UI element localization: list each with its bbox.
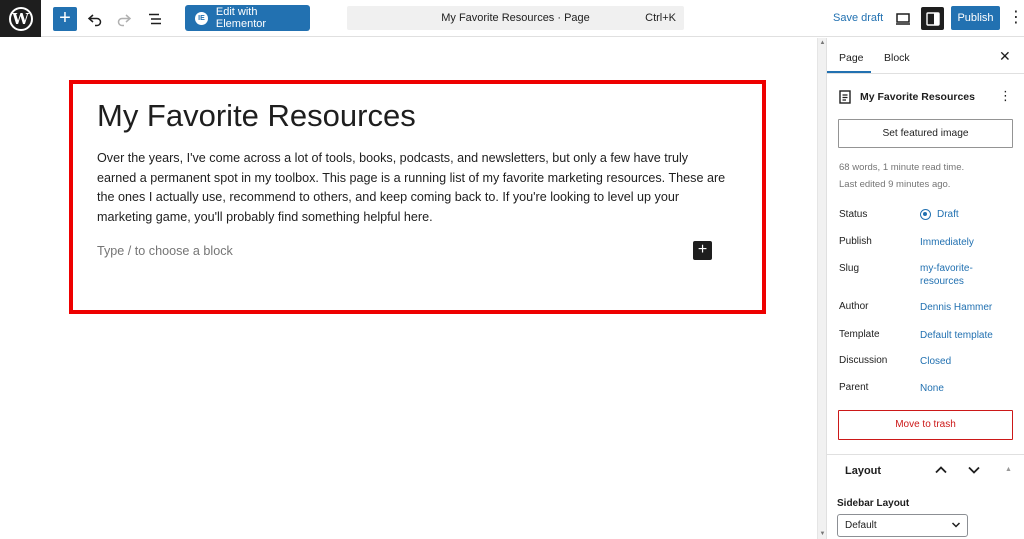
parent-value[interactable]: None bbox=[920, 382, 1010, 395]
discussion-value[interactable]: Closed bbox=[920, 355, 1010, 368]
tab-block[interactable]: Block bbox=[884, 52, 910, 64]
author-value[interactable]: Dennis Hammer bbox=[920, 301, 1010, 314]
editor-canvas: My Favorite Resources Over the years, I'… bbox=[0, 38, 817, 539]
redo-icon bbox=[117, 14, 132, 27]
post-title[interactable]: My Favorite Resources bbox=[97, 98, 416, 134]
discussion-label: Discussion bbox=[839, 355, 888, 366]
status-value[interactable]: Draft bbox=[920, 208, 1010, 221]
template-label: Template bbox=[839, 329, 880, 340]
last-edited: Last edited 9 minutes ago. bbox=[839, 179, 951, 190]
editor-header: W + IE Edit with Elementor My Favorite R… bbox=[0, 0, 1024, 37]
publish-button[interactable]: Publish bbox=[951, 6, 1000, 30]
settings-sidebar-toggle[interactable] bbox=[921, 7, 944, 30]
move-to-trash-button[interactable]: Move to trash bbox=[838, 410, 1013, 440]
elementor-icon: IE bbox=[195, 11, 208, 25]
undo-icon bbox=[87, 14, 102, 27]
page-icon bbox=[839, 90, 851, 104]
panel-scroll-up-icon[interactable]: ▲ bbox=[1005, 466, 1012, 473]
canvas-scrollbar[interactable]: ▲ ▼ bbox=[817, 38, 826, 539]
status-text: Draft bbox=[937, 209, 959, 220]
chevron-down-icon[interactable] bbox=[967, 463, 981, 477]
paragraph-block[interactable]: Over the years, I've come across a lot o… bbox=[97, 149, 727, 227]
document-overview-button[interactable] bbox=[143, 7, 167, 31]
settings-sidebar: Page Block ✕ My Favorite Resources ⋮ Set… bbox=[826, 38, 1024, 539]
save-draft-button[interactable]: Save draft bbox=[833, 12, 883, 24]
block-inserter-toggle[interactable]: + bbox=[53, 7, 77, 31]
add-block-button[interactable]: + bbox=[693, 241, 712, 260]
tab-page[interactable]: Page bbox=[839, 52, 864, 64]
close-sidebar-icon[interactable]: ✕ bbox=[999, 48, 1011, 65]
wordpress-icon: W bbox=[8, 6, 33, 31]
chevron-up-icon[interactable] bbox=[934, 463, 948, 477]
wordpress-logo[interactable]: W bbox=[0, 0, 41, 37]
template-value[interactable]: Default template bbox=[920, 329, 1010, 342]
slug-label: Slug bbox=[839, 263, 860, 274]
chevron-down-icon bbox=[951, 522, 961, 528]
document-actions-button[interactable]: ⋮ bbox=[999, 88, 1012, 104]
document-title: My Favorite Resources bbox=[860, 91, 975, 103]
document-summary: My Favorite Resources bbox=[839, 90, 975, 104]
status-label: Status bbox=[839, 209, 868, 220]
word-count: 68 words, 1 minute read time. bbox=[839, 162, 965, 173]
undo-button[interactable] bbox=[83, 7, 107, 31]
active-tab-indicator bbox=[827, 71, 871, 73]
sidebar-layout-select[interactable]: Default bbox=[837, 514, 968, 537]
sidebar-icon bbox=[925, 11, 940, 26]
desktop-icon bbox=[896, 13, 910, 25]
edit-with-elementor-button[interactable]: IE Edit with Elementor bbox=[185, 5, 310, 31]
publish-date-value[interactable]: Immediately bbox=[920, 236, 1010, 249]
sidebar-layout-label: Sidebar Layout bbox=[837, 498, 910, 509]
layout-panel-title: Layout bbox=[845, 465, 882, 477]
empty-block-placeholder[interactable]: Type / to choose a block bbox=[97, 244, 233, 258]
scroll-down-arrow-icon[interactable]: ▼ bbox=[819, 531, 826, 537]
scroll-up-arrow-icon[interactable]: ▲ bbox=[819, 40, 826, 46]
command-palette-bar[interactable]: My Favorite Resources · Page Ctrl+K bbox=[347, 6, 684, 30]
elementor-label: Edit with Elementor bbox=[215, 6, 267, 30]
preview-button[interactable] bbox=[892, 8, 914, 30]
draft-status-icon bbox=[920, 209, 931, 220]
options-menu-button[interactable]: ⋮ bbox=[1008, 8, 1024, 30]
parent-label: Parent bbox=[839, 382, 869, 393]
slug-value[interactable]: my-favorite-resources bbox=[920, 262, 984, 288]
publish-label: Publish bbox=[839, 236, 872, 247]
list-view-icon bbox=[149, 13, 161, 25]
sidebar-tabs: Page Block ✕ bbox=[827, 38, 1024, 74]
author-label: Author bbox=[839, 301, 869, 312]
shortcut-hint: Ctrl+K bbox=[645, 12, 676, 24]
sidebar-layout-value: Default bbox=[845, 520, 877, 531]
set-featured-image-button[interactable]: Set featured image bbox=[838, 119, 1013, 148]
redo-button[interactable] bbox=[112, 7, 136, 31]
document-title-label: My Favorite Resources · Page bbox=[441, 12, 590, 24]
